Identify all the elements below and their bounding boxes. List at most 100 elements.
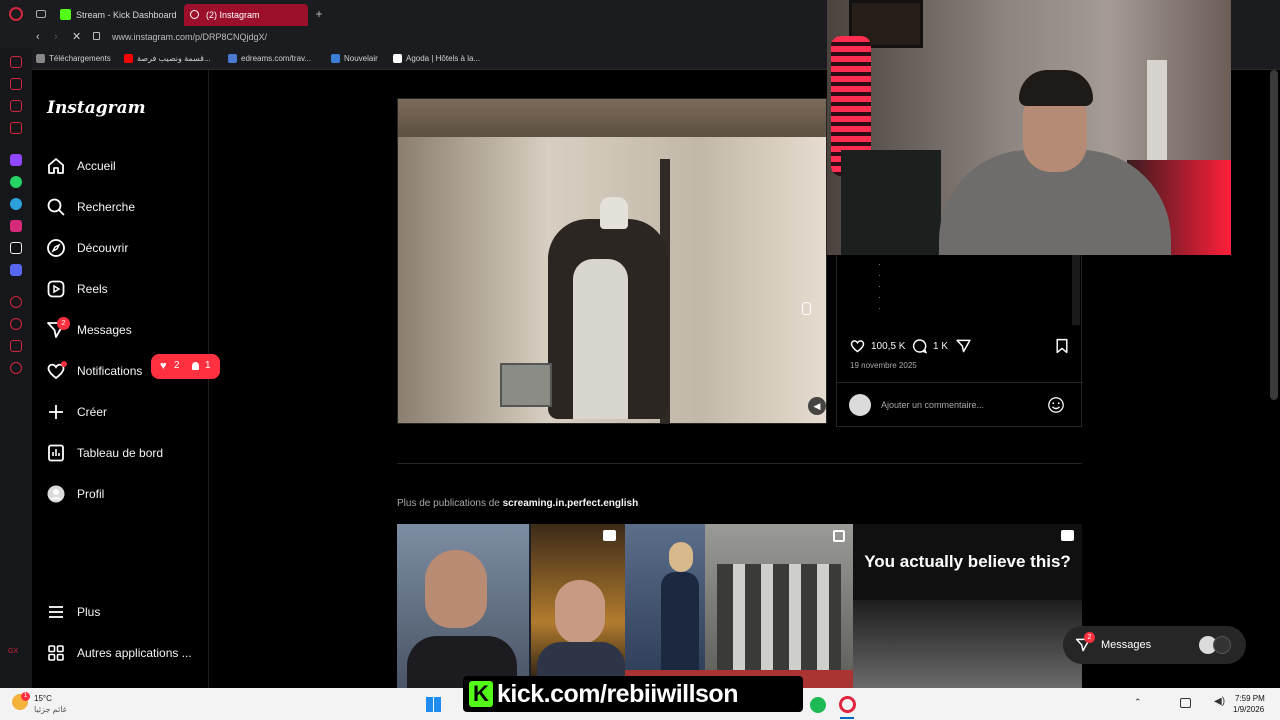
thumb3-caption: You actually believe this? — [864, 552, 1071, 571]
section-divider — [397, 463, 1082, 464]
clock-time[interactable]: 7:59 PM — [1235, 694, 1265, 703]
more-post-thumb-1[interactable] — [397, 524, 625, 688]
nav-autres-applications[interactable]: Autres applications ... — [46, 640, 206, 666]
tiktok-icon[interactable] — [10, 242, 22, 254]
rail-player-icon[interactable] — [10, 296, 22, 308]
nav-messages[interactable]: 2 Messages — [46, 317, 206, 343]
nav-tableau-de-bord[interactable]: Tableau de bord — [46, 440, 206, 466]
back-arrow-icon[interactable]: ‹ — [36, 31, 40, 43]
url-text[interactable]: www.instagram.com/p/DRP8CNQjdgX/ — [112, 31, 267, 43]
kick-url-text: kick.com/rebiiwillson — [497, 680, 738, 708]
youtube-icon — [124, 54, 133, 64]
comment-icon[interactable] — [911, 338, 928, 354]
nav-reels[interactable]: Reels — [46, 276, 206, 302]
more-posts-username[interactable]: screaming.in.perfect.english — [503, 498, 639, 509]
messages-bar-badge: 2 — [1084, 632, 1095, 643]
notifications-summary-pill[interactable]: ♥ 2 1 — [151, 354, 220, 379]
bookmark-youtube[interactable]: قسمة ونصيب فرصة... — [124, 54, 211, 64]
opera-menu-icon[interactable] — [9, 7, 23, 21]
compass-icon — [47, 239, 65, 257]
opera-taskbar-icon[interactable] — [839, 696, 856, 713]
bookmark-agoda[interactable]: Agoda | Hôtels à la... — [393, 54, 480, 64]
discord-icon[interactable] — [10, 264, 22, 276]
weather-temp[interactable]: 15°C — [34, 694, 52, 703]
messages-avatar-2 — [1213, 636, 1231, 654]
bookmark-downloads[interactable]: Téléchargements — [36, 54, 111, 64]
video-ceiling — [398, 99, 826, 137]
share-icon[interactable] — [955, 338, 972, 354]
download-icon — [36, 54, 45, 64]
like-heart-icon[interactable] — [849, 338, 866, 354]
search-icon — [47, 198, 65, 216]
comment-input[interactable]: Ajouter un commentaire... — [881, 400, 984, 410]
hand-cursor-icon — [802, 302, 811, 315]
windows-start-icon[interactable] — [426, 697, 441, 712]
tab-kick-dashboard[interactable]: Stream - Kick Dashboard — [54, 4, 180, 26]
rail-history-icon[interactable] — [10, 318, 22, 330]
tray-chevron-icon[interactable]: ⌃ — [1134, 697, 1142, 708]
post-panel: · · · · · 100,5 K 1 K 19 novembre 2025 Ajout… — [836, 255, 1083, 427]
video-person-head — [600, 197, 628, 229]
telegram-icon[interactable] — [10, 198, 22, 210]
commenter-avatar — [849, 394, 871, 416]
new-tab-button[interactable]: + — [312, 6, 326, 22]
nav-recherche[interactable]: Recherche — [46, 194, 206, 220]
plus-icon — [49, 405, 63, 419]
tab-instagram-label: (2) Instagram — [206, 10, 260, 20]
dashboard-icon — [48, 444, 64, 462]
emoji-icon[interactable] — [1047, 396, 1065, 414]
hamburger-menu-icon — [49, 606, 63, 618]
comment-box: Ajouter un commentaire... — [837, 382, 1083, 427]
twitch-icon[interactable] — [10, 154, 22, 166]
nouvelair-icon — [331, 54, 340, 64]
tab-overview-icon[interactable] — [36, 10, 46, 18]
instagram-logo[interactable]: Instagram — [47, 98, 146, 118]
notif-likes-count: 2 — [174, 360, 180, 371]
nav-profil[interactable]: Profil — [46, 481, 206, 507]
whatsapp-icon[interactable] — [10, 176, 22, 188]
more-posts-heading: Plus de publications de screaming.in.per… — [397, 498, 639, 509]
weather-desc: غائم جزئيا — [34, 705, 67, 714]
rail-ai-icon[interactable] — [10, 56, 22, 68]
reels-icon — [47, 280, 65, 298]
bookmark-edreams[interactable]: edreams.com/trav... — [228, 54, 311, 64]
tray-network-icon[interactable] — [1180, 698, 1191, 708]
clock-date: 1/9/2026 — [1233, 705, 1265, 714]
forward-arrow-icon[interactable]: › — [54, 31, 58, 43]
rail-extensions-icon[interactable] — [10, 340, 22, 352]
nav-plus[interactable]: Plus — [46, 599, 206, 625]
agoda-icon — [393, 54, 402, 64]
stop-loading-icon[interactable]: ✕ — [72, 30, 81, 43]
bookmark-icon[interactable] — [1055, 338, 1069, 354]
apps-grid-icon — [48, 645, 64, 661]
likes-count: 100,5 K — [871, 341, 906, 352]
rail-chat-icon[interactable] — [10, 100, 22, 112]
nav-accueil[interactable]: Accueil — [46, 153, 206, 179]
loading-spinner-icon — [190, 10, 199, 19]
rail-news-icon[interactable] — [10, 122, 22, 134]
panel-scrollbar[interactable] — [1072, 255, 1080, 325]
tray-volume-icon[interactable]: ◀) — [1214, 696, 1225, 707]
post-date: 19 novembre 2025 — [850, 361, 917, 370]
spotify-icon[interactable] — [810, 697, 826, 713]
rail-shopping-icon[interactable] — [10, 78, 22, 90]
page-scrollbar[interactable] — [1270, 70, 1278, 400]
post-video[interactable]: ◀ — [397, 98, 827, 424]
instagram-icon[interactable] — [10, 220, 22, 232]
opera-gx-icon[interactable]: GX — [8, 648, 24, 660]
person-icon — [192, 362, 199, 370]
thumb2-woman-hair — [669, 542, 693, 572]
tab-instagram[interactable]: (2) Instagram — [184, 4, 308, 26]
bookmark-nouvelair[interactable]: Nouvelair — [331, 54, 378, 64]
more-post-thumb-3[interactable]: You actually believe this? — [853, 524, 1082, 688]
more-post-thumb-2[interactable] — [625, 524, 853, 688]
nav-creer[interactable]: Créer — [46, 399, 206, 425]
carousel-icon — [833, 530, 845, 542]
mute-icon[interactable]: ◀ — [808, 397, 826, 415]
avatar — [47, 485, 65, 503]
floating-messages-button[interactable]: 2 Messages — [1063, 626, 1246, 664]
taskbar-active-indicator — [840, 717, 854, 719]
heart-filled-icon: ♥ — [160, 360, 167, 372]
nav-decouvrir[interactable]: Découvrir — [46, 235, 206, 261]
rail-settings-icon[interactable] — [10, 362, 22, 374]
